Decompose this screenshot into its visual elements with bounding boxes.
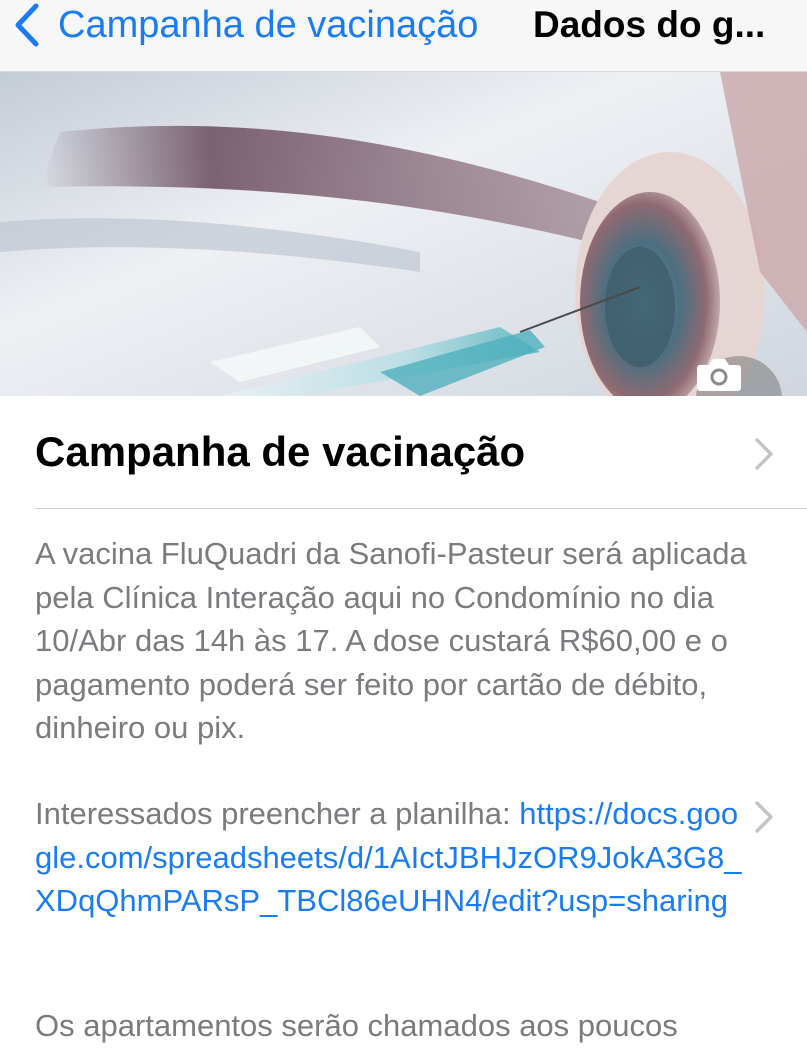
group-name-row[interactable]: Campanha de vacinação bbox=[35, 398, 807, 509]
chevron-right-icon bbox=[753, 437, 775, 471]
chevron-left-icon bbox=[14, 3, 40, 47]
description-continuation: Os apartamentos serão chamados aos pouco… bbox=[35, 1008, 678, 1043]
group-photo[interactable] bbox=[0, 72, 807, 396]
back-button-label: Campanha de vacinação bbox=[58, 3, 479, 46]
link-prefix-text: Interessados preencher a planilha: bbox=[35, 796, 520, 831]
description-text: A vacina FluQuadri da Sanofi-Pasteur ser… bbox=[35, 536, 747, 745]
page-title: Dados do g... bbox=[533, 4, 766, 45]
vaccine-photo bbox=[0, 72, 807, 396]
chevron-right-icon[interactable] bbox=[753, 800, 775, 834]
description-link-paragraph: Interessados preencher a planilha: https… bbox=[35, 792, 755, 923]
group-description: A vacina FluQuadri da Sanofi-Pasteur ser… bbox=[35, 532, 755, 750]
group-name: Campanha de vacinação bbox=[35, 428, 526, 475]
navigation-bar: Campanha de vacinação Dados do g... bbox=[0, 0, 807, 72]
back-button[interactable]: Campanha de vacinação bbox=[14, 0, 478, 50]
